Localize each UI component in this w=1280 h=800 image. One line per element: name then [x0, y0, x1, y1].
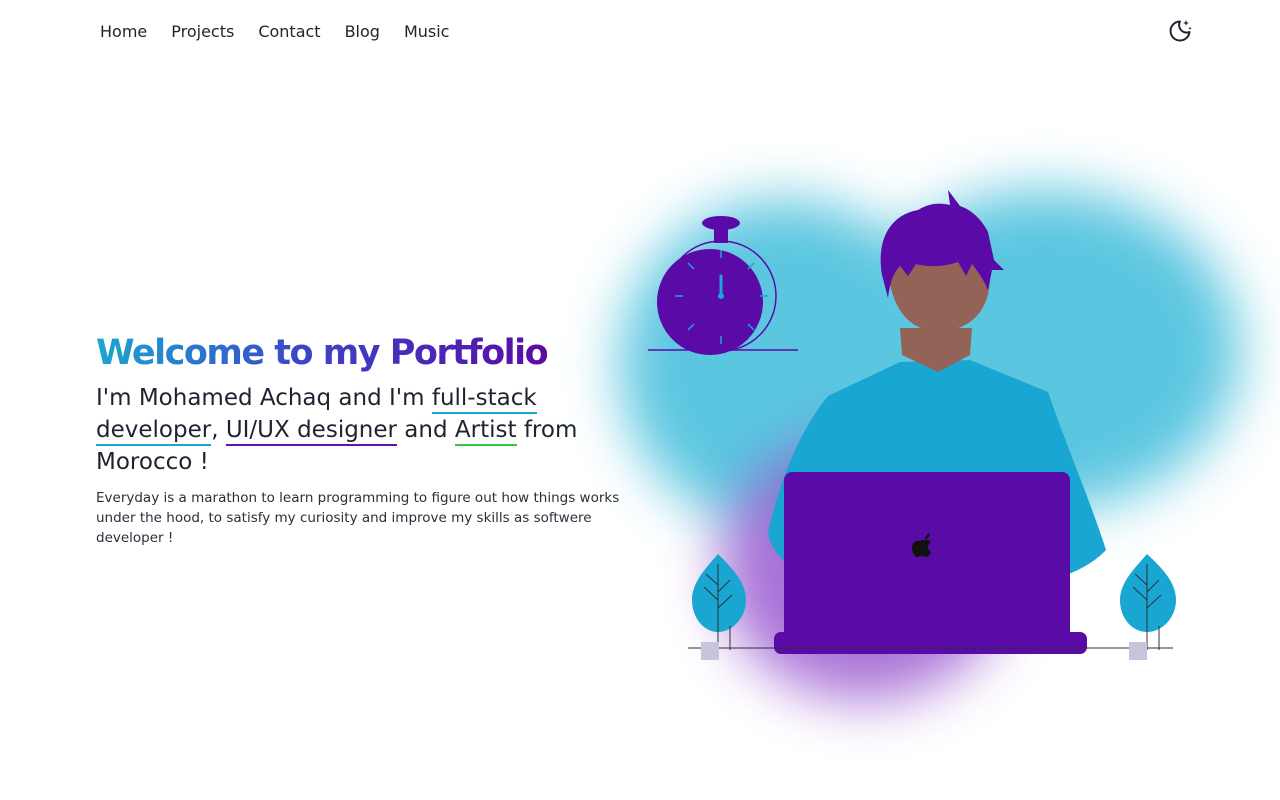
theme-toggle-button[interactable] [1166, 17, 1194, 45]
laptop-icon [774, 472, 1087, 654]
top-nav: Home Projects Contact Blog Music [100, 20, 449, 44]
intro-and: and [397, 417, 455, 443]
nav-projects-link[interactable]: Projects [171, 20, 234, 44]
hero-illustration [570, 180, 1270, 760]
intro-text: I'm Mohamed Achaq and I'm full-stack dev… [96, 382, 606, 478]
hero-description: Everyday is a marathon to learn programm… [96, 490, 620, 546]
intro-comma: , [211, 417, 226, 443]
illustration-svg [648, 190, 1176, 660]
page-title: Welcome to my Portfolio [96, 333, 549, 373]
intro-prefix: I'm Mohamed Achaq and I'm [96, 385, 432, 411]
stopwatch-icon [648, 216, 798, 355]
moon-stars-icon [1169, 20, 1192, 42]
nav-blog-link[interactable]: Blog [345, 20, 380, 44]
uiux-link[interactable]: UI/UX designer [225, 417, 397, 446]
tree-icon [1120, 554, 1176, 660]
tree-icon [692, 554, 746, 660]
nav-music-link[interactable]: Music [404, 20, 450, 44]
artist-link[interactable]: Artist [454, 417, 517, 446]
portfolio-page: Home Projects Contact Blog Music Welcome… [0, 0, 1280, 800]
nav-contact-link[interactable]: Contact [258, 20, 320, 44]
nav-home-link[interactable]: Home [100, 20, 147, 44]
